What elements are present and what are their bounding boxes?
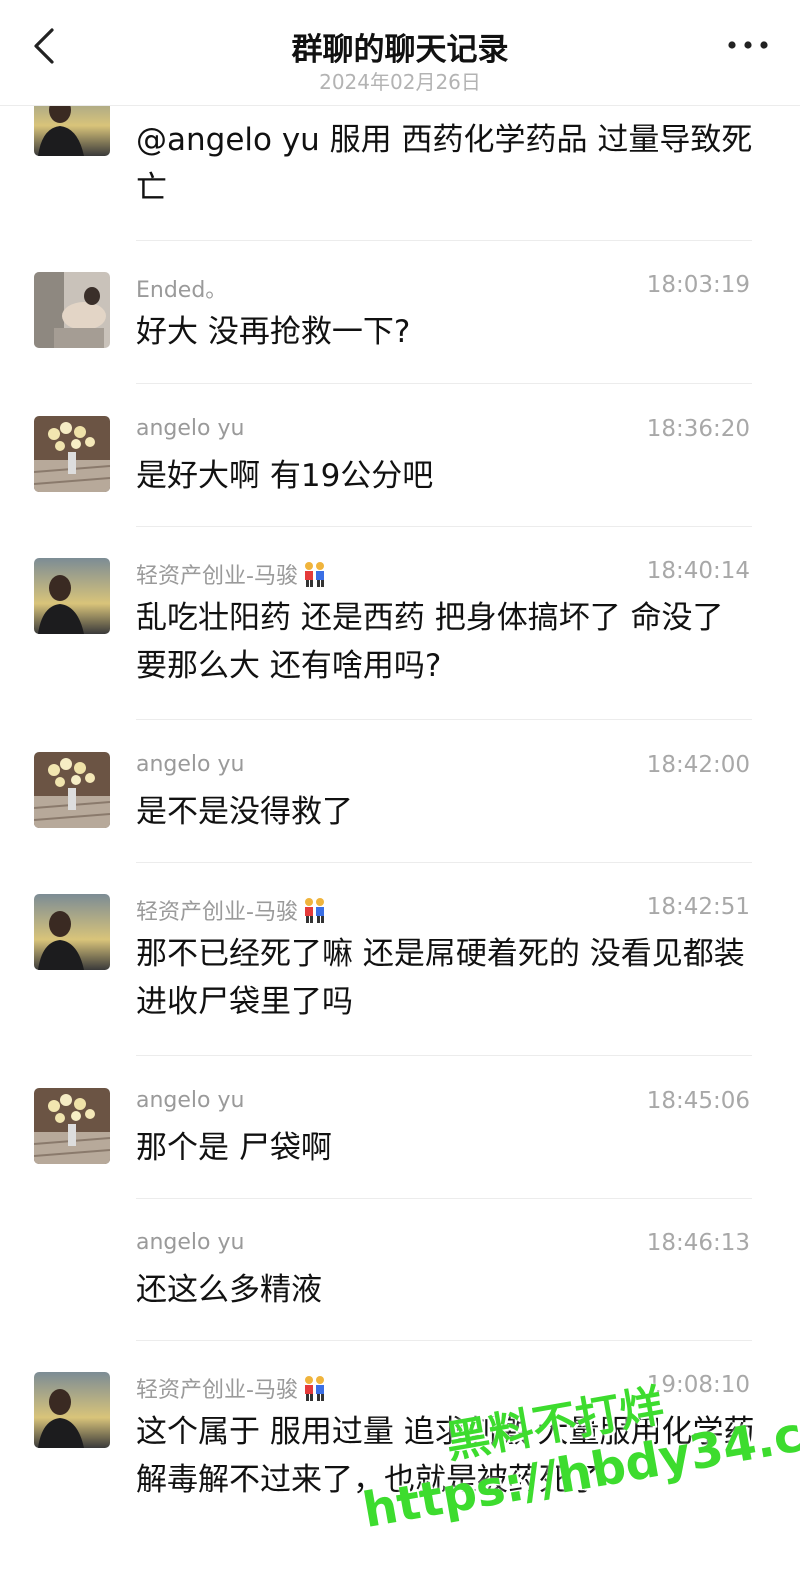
man-avatar-icon xyxy=(34,894,110,970)
divider xyxy=(136,1340,752,1341)
divider xyxy=(136,240,752,241)
message-time: 18:45:06 xyxy=(646,1088,750,1114)
two-people-emoji xyxy=(304,562,324,587)
sender-name[interactable]: angelo yu xyxy=(136,752,244,777)
sender-name-text: 轻资产创业-马骏 xyxy=(136,900,298,925)
flowers-avatar-icon xyxy=(34,416,110,492)
message-time: 19:08:10 xyxy=(646,1372,750,1398)
avatar[interactable] xyxy=(34,416,110,492)
two-people-emoji xyxy=(304,1376,324,1401)
sender-name[interactable]: angelo yu xyxy=(136,1230,244,1255)
avatar[interactable] xyxy=(34,752,110,828)
more-dots-icon xyxy=(728,41,768,49)
avatar[interactable] xyxy=(34,1088,110,1164)
nav-header: 群聊的聊天记录 2024年02月26日 xyxy=(0,0,800,106)
message-text: 还这么多精液 xyxy=(136,1272,322,1308)
avatar[interactable] xyxy=(34,1372,110,1448)
message-time: 18:36:20 xyxy=(646,416,750,442)
sender-name-text: 轻资产创业-马骏 xyxy=(136,564,298,589)
photo-avatar-icon xyxy=(34,272,110,348)
message-text: 那不已经死了嘛 还是屌硬着死的 没看见都装进收尸袋里了吗 xyxy=(136,936,745,1020)
avatar[interactable] xyxy=(34,558,110,634)
message-time: 18:46:13 xyxy=(646,1230,750,1256)
message-text: @angelo yu 服用 西药化学药品 过量导致死亡 xyxy=(136,122,753,206)
sender-name[interactable]: angelo yu xyxy=(136,1088,244,1113)
message-time: 18:42:51 xyxy=(646,894,750,920)
sender-name[interactable]: angelo yu xyxy=(136,416,244,441)
flowers-avatar-icon xyxy=(34,752,110,828)
sender-name[interactable]: 轻资产创业-马骏 xyxy=(136,894,328,926)
more-button[interactable] xyxy=(726,34,770,56)
flowers-avatar-icon xyxy=(34,1088,110,1164)
two-people-emoji xyxy=(304,898,324,923)
avatar[interactable] xyxy=(34,272,110,348)
sender-name[interactable]: 轻资产创业-马骏 xyxy=(136,558,328,590)
message-text: 是好大啊 有19公分吧 xyxy=(136,458,434,494)
divider xyxy=(136,719,752,720)
divider xyxy=(136,526,752,527)
page-title: 群聊的聊天记录 xyxy=(291,32,509,68)
page-date: 2024年02月26日 xyxy=(319,70,481,94)
message-text: 是不是没得救了 xyxy=(136,794,353,830)
message-time: 18:03:19 xyxy=(646,272,750,298)
sender-name[interactable]: 轻资产创业-马骏 xyxy=(136,1372,328,1404)
man-avatar-icon xyxy=(34,1372,110,1448)
sender-name[interactable]: Ended。 xyxy=(136,272,227,304)
divider xyxy=(136,1198,752,1199)
message-time: 18:42:00 xyxy=(646,752,750,778)
avatar[interactable] xyxy=(34,894,110,970)
divider xyxy=(136,1055,752,1056)
message-text: 乱吃壮阳药 还是西药 把身体搞坏了 命没了 要那么大 还有啥用吗? xyxy=(136,600,724,684)
message-time: 18:40:14 xyxy=(646,558,750,584)
man-avatar-icon xyxy=(34,558,110,634)
divider xyxy=(136,383,752,384)
divider xyxy=(136,862,752,863)
message-text: 好大 没再抢救一下? xyxy=(136,314,411,350)
sender-name-text: 轻资产创业-马骏 xyxy=(136,1378,298,1403)
message-text: 那个是 尸袋啊 xyxy=(136,1130,332,1166)
message-text: 这个属于 服用过量 追求刺激 大量服用化学药 解毒解不过来了，也就是被药死了 xyxy=(136,1414,755,1498)
